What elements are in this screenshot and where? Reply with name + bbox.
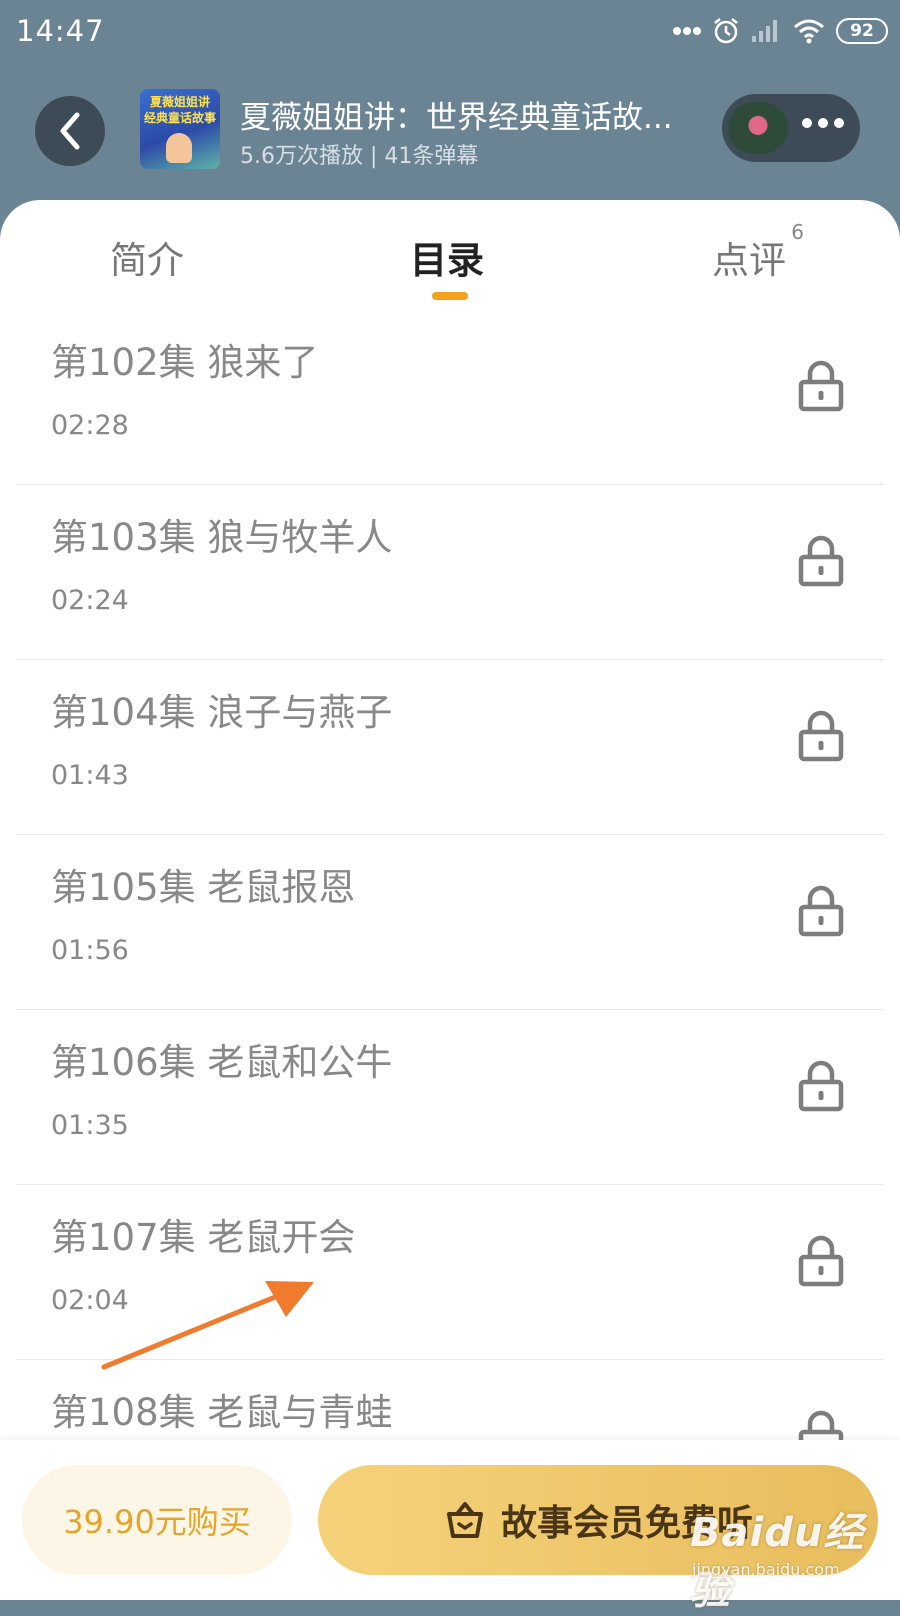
- cover-illustration: [166, 133, 192, 163]
- lock-icon: [798, 535, 844, 587]
- episode-title: 第106集 老鼠和公牛: [51, 1041, 393, 1084]
- annotation-arrow-icon: [101, 1281, 314, 1370]
- wifi-icon: [794, 19, 824, 44]
- episode-title: 第108集 老鼠与青蛙: [51, 1391, 393, 1434]
- episode-duration: 01:35: [51, 1110, 129, 1141]
- tab-bar: 简介 目录 点评 6: [0, 200, 900, 310]
- status-bar: 14:47 92: [0, 0, 900, 64]
- lock-icon: [798, 360, 844, 412]
- episode-title: 第103集 狼与牧羊人: [51, 516, 393, 559]
- album-title: 夏薇姐姐讲：世界经典童话故...: [240, 100, 673, 136]
- cover-text-line: 夏薇姐姐讲: [149, 95, 210, 109]
- watermark-url: jingyan.baidu.com: [692, 1560, 840, 1579]
- active-tab-indicator: [432, 292, 468, 300]
- lock-icon: [798, 1235, 844, 1287]
- back-button[interactable]: [35, 96, 105, 166]
- more-options-icon[interactable]: [802, 118, 844, 128]
- episode-duration: 01:43: [51, 760, 129, 791]
- tab-reviews[interactable]: 点评 6: [712, 220, 804, 284]
- buy-button[interactable]: 39.90元购买: [22, 1465, 292, 1575]
- buy-button-label: 39.90元购买: [63, 1503, 251, 1541]
- episode-row[interactable]: 第106集 老鼠和公牛 01:35: [16, 1010, 884, 1185]
- narrator-avatar[interactable]: [728, 102, 788, 154]
- episode-title: 第104集 浪子与燕子: [51, 691, 393, 734]
- tab-label: 点评: [712, 239, 786, 282]
- battery-icon: 92: [836, 18, 888, 44]
- tab-label: 目录: [410, 239, 484, 282]
- tab-catalog[interactable]: 目录: [410, 230, 484, 284]
- episode-duration: 01:56: [51, 935, 129, 966]
- header-actions-pill: [722, 94, 860, 162]
- episode-duration: 02:28: [51, 410, 129, 441]
- review-count-badge: 6: [791, 220, 804, 244]
- alarm-icon: [714, 18, 738, 44]
- episode-row[interactable]: 第104集 浪子与燕子 01:43: [16, 660, 884, 835]
- lock-icon: [798, 885, 844, 937]
- episode-row[interactable]: 第105集 老鼠报恩 01:56: [16, 835, 884, 1010]
- album-header: 夏薇姐姐讲 经典童话故事 夏薇姐姐讲：世界经典童话故... 5.6万次播放 | …: [0, 64, 900, 204]
- more-notifications-icon: [673, 27, 701, 35]
- album-cover[interactable]: 夏薇姐姐讲 经典童话故事: [140, 89, 220, 169]
- status-time: 14:47: [16, 14, 105, 48]
- crown-basket-icon: [446, 1502, 483, 1538]
- cover-text-line: 经典童话故事: [143, 111, 216, 125]
- episode-title: 第105集 老鼠报恩: [51, 866, 356, 909]
- lock-icon: [798, 1060, 844, 1112]
- lock-icon: [798, 710, 844, 762]
- content-sheet: 简介 目录 点评 6 第102集 狼来了 02:28 第103集 狼与牧羊人 02…: [0, 200, 900, 1600]
- chevron-left-icon: [60, 112, 80, 150]
- tab-intro[interactable]: 简介: [110, 230, 184, 284]
- status-icons: 92: [672, 14, 888, 48]
- signal-icon: [752, 20, 777, 42]
- album-meta: 5.6万次播放 | 41条弹幕: [240, 144, 479, 169]
- baidu-watermark: Baidu经验 jingyan.baidu.com: [690, 1500, 890, 1614]
- episode-row[interactable]: 第103集 狼与牧羊人 02:24: [16, 485, 884, 660]
- episode-duration: 02:24: [51, 585, 129, 616]
- episode-title: 第102集 狼来了: [51, 341, 319, 384]
- watermark-logo-text: Baidu经验: [690, 1510, 865, 1614]
- tab-label: 简介: [110, 239, 184, 282]
- episode-title: 第107集 老鼠开会: [51, 1216, 356, 1259]
- episode-row[interactable]: 第102集 狼来了 02:28: [16, 310, 884, 485]
